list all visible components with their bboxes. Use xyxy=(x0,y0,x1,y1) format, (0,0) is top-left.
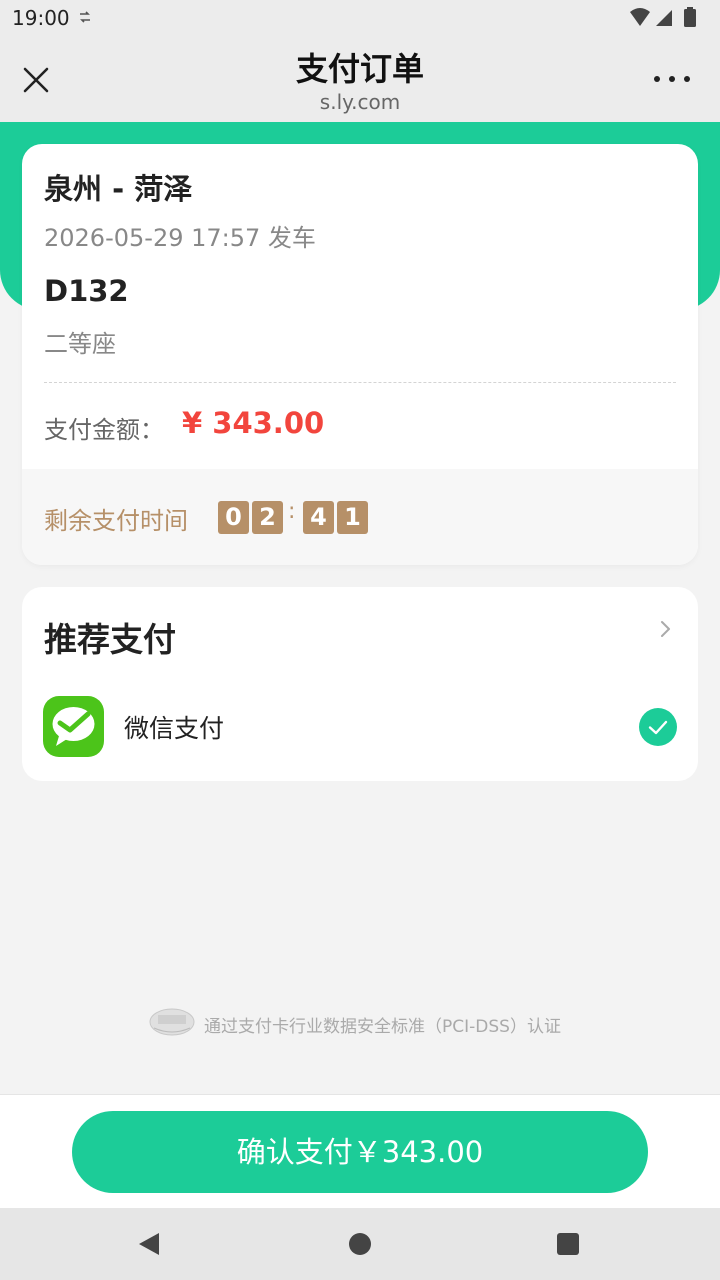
train-number: D132 xyxy=(44,274,129,308)
divider xyxy=(44,382,676,383)
nav-back-icon[interactable] xyxy=(137,1232,161,1256)
check-circle-icon[interactable] xyxy=(639,708,677,746)
order-card: 泉州 - 菏泽 2026-05-29 17:57 发车 D132 二等座 支付金… xyxy=(22,144,698,565)
countdown-digit: 2 xyxy=(252,501,283,534)
status-time: 19:00 xyxy=(12,6,70,30)
status-bar: 19:00 xyxy=(0,0,720,36)
pci-dss-logo xyxy=(149,1008,195,1036)
departure-time: 2026-05-29 17:57 发车 xyxy=(44,224,316,252)
signal-battery-icons xyxy=(630,7,696,27)
bottom-action-bar: 确认支付￥343.00 xyxy=(0,1094,720,1208)
app-header: 支付订单 s.ly.com xyxy=(0,36,720,122)
confirm-payment-button[interactable]: 确认支付￥343.00 xyxy=(72,1111,648,1193)
countdown-digit: 4 xyxy=(303,501,334,534)
system-nav-bar xyxy=(0,1208,720,1280)
countdown-label: 剩余支付时间 xyxy=(44,507,188,535)
page-domain: s.ly.com xyxy=(319,90,401,114)
security-certification: 通过支付卡行业数据安全标准（PCI-DSS）认证 xyxy=(148,1006,588,1040)
data-sync-icon xyxy=(80,11,90,23)
nav-recent-icon[interactable] xyxy=(557,1233,579,1255)
nav-home-icon[interactable] xyxy=(349,1233,371,1255)
route: 泉州 - 菏泽 xyxy=(44,172,193,206)
countdown-digit: 0 xyxy=(218,501,249,534)
security-note: 通过支付卡行业数据安全标准（PCI-DSS）认证 xyxy=(204,1017,561,1037)
countdown-digit: 1 xyxy=(337,501,368,534)
wechat-pay-label[interactable]: 微信支付 xyxy=(124,709,224,745)
countdown-separator: : xyxy=(288,499,296,524)
amount-label: 支付金额： xyxy=(44,416,164,444)
chevron-right-icon[interactable] xyxy=(658,617,674,641)
seat-class: 二等座 xyxy=(44,330,116,358)
amount-value: ¥ 343.00 xyxy=(182,406,325,440)
page-title: 支付订单 xyxy=(295,50,424,88)
payment-method-card: 推荐支付 微信支付 xyxy=(22,587,698,781)
payment-section-title: 推荐支付 xyxy=(44,620,176,659)
countdown-row: 剩余支付时间 0 2 : 4 1 xyxy=(22,469,698,565)
wechat-pay-icon xyxy=(43,696,104,757)
more-icon[interactable] xyxy=(654,72,690,86)
